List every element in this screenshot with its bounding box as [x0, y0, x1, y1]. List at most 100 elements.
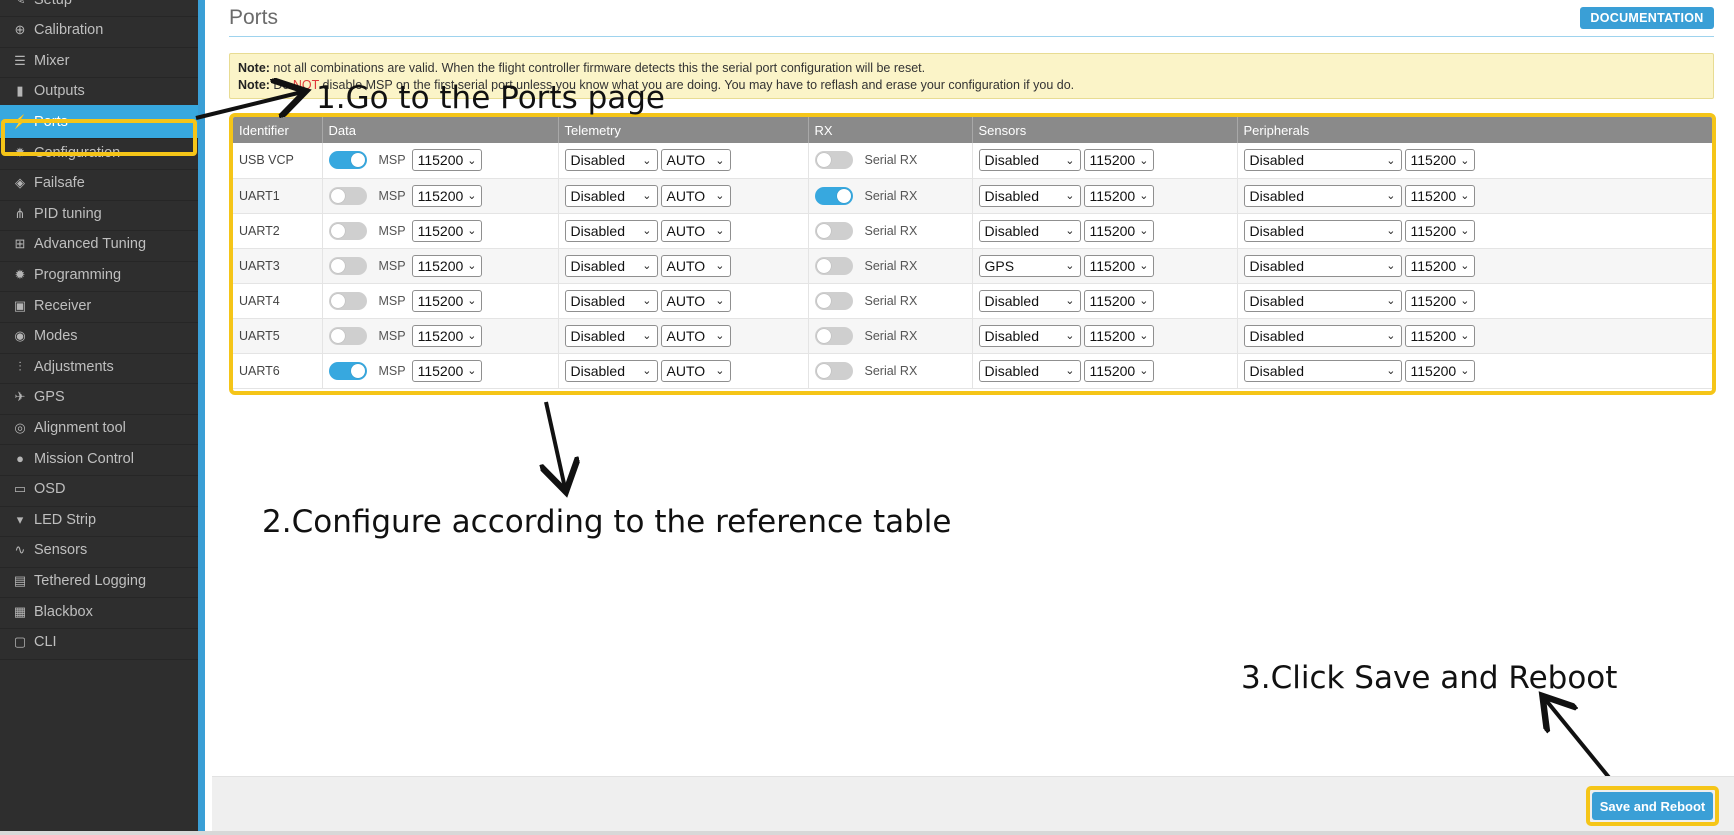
peripheral-baud-select[interactable]: 115200 ⌄	[1404, 149, 1475, 172]
sidebar-item-alignment-tool[interactable]: ◎ Alignment tool	[0, 411, 198, 446]
sidebar-item-failsafe[interactable]: ◈ Failsafe	[0, 167, 198, 201]
telemetry-select[interactable]: Disabled ⌄	[564, 359, 658, 382]
port-identifier: UART1	[233, 178, 323, 214]
msp-toggle[interactable]	[328, 151, 367, 170]
sidebar-item-outputs[interactable]: ▮ Outputs	[0, 75, 198, 109]
sidebar-item-osd[interactable]: ▭ OSD	[0, 473, 198, 507]
telemetry-select[interactable]: Disabled ⌄	[564, 289, 658, 312]
documentation-button[interactable]: DOCUMENTATION	[1580, 7, 1714, 29]
msp-baud-select[interactable]: 115200 ⌄	[411, 254, 482, 277]
table-row: UART5 MSP 115200 ⌄ Disabled ⌄ AUTO ⌄ Serial RX Di…	[233, 318, 1712, 354]
sidebar-item-tethered-logging[interactable]: ▤ Tethered Logging	[0, 564, 198, 599]
msp-toggle[interactable]	[328, 326, 367, 345]
telemetry-select[interactable]: Disabled ⌄	[564, 324, 658, 347]
sensor-select-value: Disabled	[984, 222, 1039, 239]
peripheral-baud-select[interactable]: 115200 ⌄	[1404, 184, 1475, 207]
telemetry-baud-select-value: AUTO	[666, 257, 706, 274]
peripheral-select[interactable]: Disabled ⌄	[1243, 359, 1402, 382]
sidebar-item-label: Programming	[34, 266, 122, 283]
peripheral-baud-select[interactable]: 115200 ⌄	[1404, 289, 1475, 312]
msp-toggle[interactable]	[328, 221, 367, 240]
sidebar-item-led-strip[interactable]: ▾ LED Strip	[0, 503, 198, 538]
sidebar-item-mixer[interactable]: ☰ Mixer	[0, 44, 198, 79]
peripheral-baud-select[interactable]: 115200 ⌄	[1404, 359, 1475, 382]
sensor-baud-select[interactable]: 115200 ⌄	[1083, 149, 1154, 172]
msp-toggle[interactable]	[328, 256, 367, 275]
serial-rx-toggle[interactable]	[814, 291, 853, 310]
msp-toggle[interactable]	[328, 361, 367, 380]
peripheral-baud-select[interactable]: 115200 ⌄	[1404, 324, 1475, 347]
peripheral-select[interactable]: Disabled ⌄	[1243, 324, 1402, 347]
msp-baud-select[interactable]: 115200 ⌄	[411, 219, 482, 242]
sensor-select[interactable]: Disabled ⌄	[978, 359, 1081, 382]
sidebar-item-mission-control[interactable]: ● Mission Control	[0, 442, 198, 476]
telemetry-baud-select[interactable]: AUTO ⌄	[660, 359, 731, 382]
chevron-down-icon: ⌄	[467, 260, 477, 272]
peripheral-select[interactable]: Disabled ⌄	[1243, 184, 1402, 207]
sensor-select[interactable]: Disabled ⌄	[978, 149, 1081, 172]
peripheral-select[interactable]: Disabled ⌄	[1243, 289, 1402, 312]
msp-toggle[interactable]	[328, 291, 367, 310]
chevron-down-icon: ⌄	[1386, 154, 1396, 167]
peripheral-baud-select[interactable]: 115200 ⌄	[1404, 254, 1475, 277]
sidebar-item-cli[interactable]: ▢ CLI	[0, 626, 198, 660]
sensor-baud-select[interactable]: 115200 ⌄	[1083, 219, 1154, 242]
telemetry-select-value: Disabled	[570, 187, 625, 204]
sidebar-item-pid-tuning[interactable]: ⋔ PID tuning	[0, 197, 198, 232]
peripheral-select[interactable]: Disabled ⌄	[1243, 254, 1402, 277]
telemetry-baud-select[interactable]: AUTO ⌄	[660, 254, 731, 277]
telemetry-select[interactable]: Disabled ⌄	[564, 254, 658, 277]
chevron-down-icon: ⌄	[715, 190, 725, 202]
sidebar-item-modes[interactable]: ◉ Modes	[0, 320, 198, 354]
sensor-select[interactable]: Disabled ⌄	[978, 289, 1081, 312]
column-header-rx: RX	[808, 117, 973, 143]
msp-baud-select[interactable]: 115200 ⌄	[411, 149, 482, 172]
telemetry-baud-select[interactable]: AUTO ⌄	[660, 219, 731, 242]
serial-rx-toggle[interactable]	[814, 361, 853, 380]
sidebar-item-sensors[interactable]: ∿ Sensors	[0, 534, 198, 568]
sidebar-item-calibration[interactable]: ⊕ Calibration	[0, 14, 198, 48]
save-and-reboot-button[interactable]: Save and Reboot	[1592, 792, 1713, 820]
msp-baud-select[interactable]: 115200 ⌄	[411, 184, 482, 207]
peripheral-select[interactable]: Disabled ⌄	[1243, 149, 1402, 172]
telemetry-select[interactable]: Disabled ⌄	[564, 149, 658, 172]
msp-toggle[interactable]	[328, 186, 367, 205]
serial-rx-toggle[interactable]	[814, 326, 853, 345]
sensor-baud-select[interactable]: 115200 ⌄	[1083, 289, 1154, 312]
sensor-baud-select[interactable]: 115200 ⌄	[1083, 324, 1154, 347]
sensor-baud-select[interactable]: 115200 ⌄	[1083, 359, 1154, 382]
sidebar-item-receiver[interactable]: ▣ Receiver	[0, 289, 198, 323]
sensor-baud-select[interactable]: 115200 ⌄	[1083, 254, 1154, 277]
sidebar-item-configuration[interactable]: ✹ Configuration	[0, 136, 198, 170]
sensor-select[interactable]: Disabled ⌄	[978, 324, 1081, 347]
data-cell: MSP 115200 ⌄	[322, 178, 559, 214]
msp-baud-select[interactable]: 115200 ⌄	[411, 289, 482, 312]
sidebar-item-blackbox[interactable]: ▦ Blackbox	[0, 595, 198, 629]
sensor-select[interactable]: Disabled ⌄	[978, 184, 1081, 207]
sidebar-item-advanced-tuning[interactable]: ⊞ Advanced Tuning	[0, 228, 198, 262]
telemetry-baud-select[interactable]: AUTO ⌄	[660, 289, 731, 312]
telemetry-baud-select[interactable]: AUTO ⌄	[660, 184, 731, 207]
serial-rx-toggle[interactable]	[814, 221, 853, 240]
msp-baud-select[interactable]: 115200 ⌄	[411, 324, 482, 347]
sensor-select[interactable]: Disabled ⌄	[978, 219, 1081, 242]
sensor-select[interactable]: GPS ⌄	[978, 254, 1081, 277]
chevron-down-icon: ⌄	[1386, 365, 1396, 377]
serial-rx-toggle[interactable]	[814, 151, 853, 170]
serial-rx-toggle[interactable]	[814, 256, 853, 275]
sidebar-item-label: GPS	[34, 389, 65, 406]
sidebar-item-ports[interactable]: ⚡ Ports	[0, 105, 198, 140]
telemetry-baud-select[interactable]: AUTO ⌄	[660, 149, 731, 172]
peripheral-baud-select[interactable]: 115200 ⌄	[1404, 219, 1475, 242]
sidebar-item-adjustments[interactable]: ⫶ Adjustments	[0, 350, 198, 385]
telemetry-select[interactable]: Disabled ⌄	[564, 184, 658, 207]
serial-rx-toggle[interactable]	[814, 186, 853, 205]
peripheral-select[interactable]: Disabled ⌄	[1243, 219, 1402, 242]
sidebar-item-programming[interactable]: ✹ Programming	[0, 258, 198, 293]
telemetry-baud-select[interactable]: AUTO ⌄	[660, 324, 731, 347]
sensor-baud-select[interactable]: 115200 ⌄	[1083, 184, 1154, 207]
msp-baud-select[interactable]: 115200 ⌄	[411, 359, 482, 382]
peripheral-select-value: Disabled	[1249, 327, 1304, 344]
telemetry-select[interactable]: Disabled ⌄	[564, 219, 658, 242]
sidebar-item-gps[interactable]: ✈ GPS	[0, 381, 198, 415]
